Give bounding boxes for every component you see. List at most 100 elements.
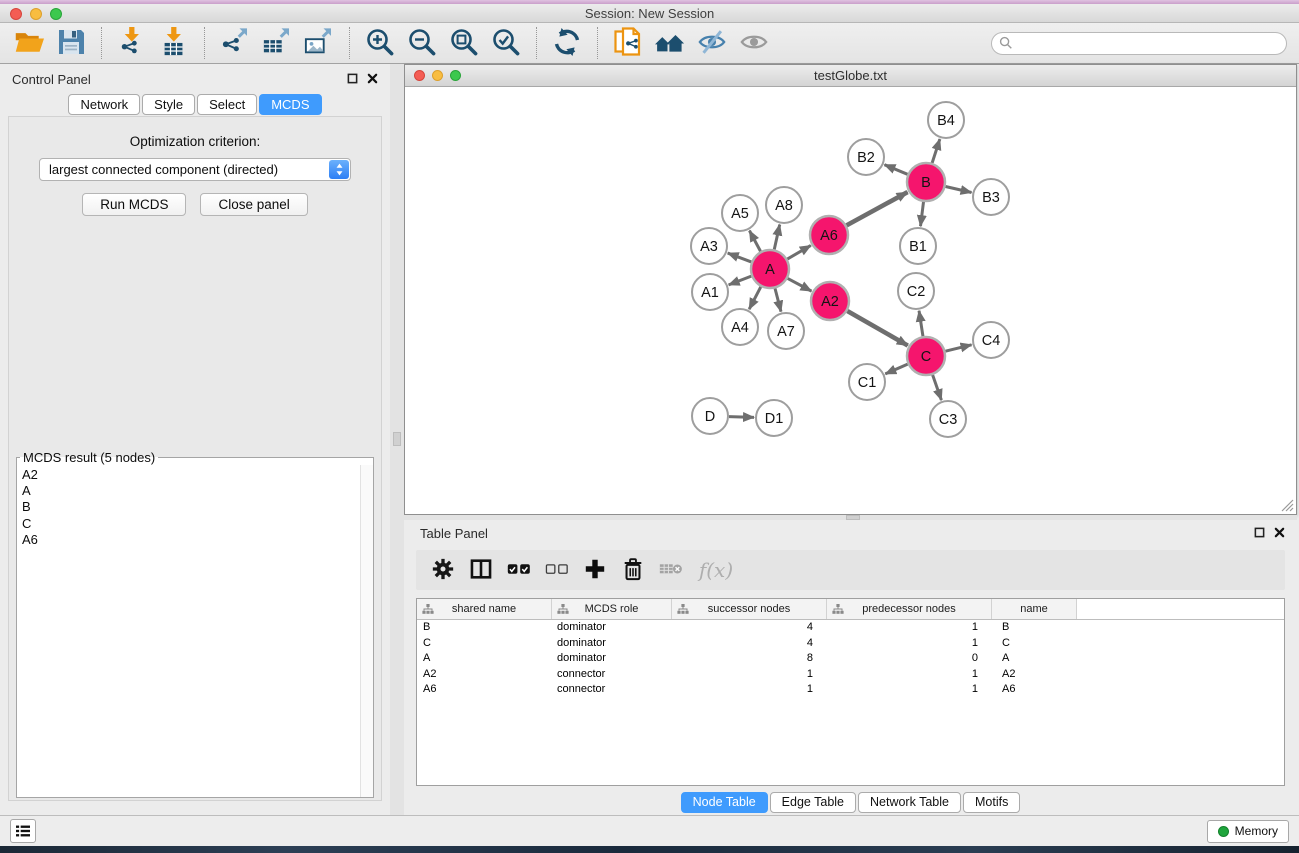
graph-node-C[interactable]: C bbox=[907, 337, 945, 375]
column-header-predecessor-nodes[interactable]: predecessor nodes bbox=[827, 599, 992, 619]
tab-network[interactable]: Network bbox=[68, 94, 140, 115]
result-item[interactable]: A bbox=[22, 483, 360, 499]
table-tab-edge-table[interactable]: Edge Table bbox=[770, 792, 856, 813]
table-cell[interactable]: 0 bbox=[827, 651, 992, 667]
graph-edge-B-B1[interactable] bbox=[920, 202, 923, 226]
graph-node-A6[interactable]: A6 bbox=[810, 216, 848, 254]
table-cell[interactable]: B bbox=[417, 620, 552, 636]
table-cell[interactable]: dominator bbox=[552, 636, 672, 652]
table-cell[interactable]: 1 bbox=[672, 667, 827, 683]
graph-edge-C-C2[interactable] bbox=[919, 311, 923, 336]
table-cell[interactable]: B bbox=[992, 620, 1077, 636]
table-row[interactable]: A2connector11A2 bbox=[417, 667, 1284, 683]
graph-edge-A2-C[interactable] bbox=[847, 311, 907, 346]
zoom-selected-button[interactable] bbox=[485, 25, 527, 61]
graph-edge-B-B4[interactable] bbox=[932, 139, 940, 163]
open-file-button[interactable] bbox=[8, 25, 50, 61]
splitter-grip[interactable] bbox=[393, 432, 401, 446]
table-tab-network-table[interactable]: Network Table bbox=[858, 792, 961, 813]
table-cell[interactable]: 4 bbox=[672, 636, 827, 652]
table-cell[interactable]: C bbox=[417, 636, 552, 652]
graph-node-D1[interactable]: D1 bbox=[756, 400, 792, 436]
select-all-button[interactable] bbox=[500, 553, 538, 587]
new-network-button[interactable] bbox=[607, 25, 649, 61]
graph-edge-A-A8[interactable] bbox=[774, 225, 779, 250]
optimization-dropdown[interactable]: largest connected component (directed) bbox=[39, 158, 351, 181]
table-cell[interactable]: 4 bbox=[672, 620, 827, 636]
resize-grip-icon[interactable] bbox=[1281, 499, 1294, 512]
graph-node-C4[interactable]: C4 bbox=[973, 322, 1009, 358]
home-button[interactable] bbox=[649, 25, 691, 61]
network-window-titlebar[interactable]: testGlobe.txt bbox=[405, 65, 1296, 87]
horizontal-splitter[interactable] bbox=[404, 515, 1297, 520]
column-header-MCDS-role[interactable]: MCDS role bbox=[552, 599, 672, 619]
zoom-out-button[interactable] bbox=[401, 25, 443, 61]
graph-edge-A6-B[interactable] bbox=[847, 192, 908, 225]
table-cell[interactable]: 1 bbox=[827, 682, 992, 698]
float-panel-icon[interactable] bbox=[347, 72, 358, 87]
graph-node-B3[interactable]: B3 bbox=[973, 179, 1009, 215]
table-cell[interactable]: A bbox=[992, 651, 1077, 667]
graph-edge-B-B2[interactable] bbox=[884, 165, 907, 175]
graph-node-A1[interactable]: A1 bbox=[692, 274, 728, 310]
graph-edge-A-A1[interactable] bbox=[729, 276, 752, 285]
table-cell[interactable]: C bbox=[992, 636, 1077, 652]
graph-node-A8[interactable]: A8 bbox=[766, 187, 802, 223]
import-network-button[interactable] bbox=[111, 25, 153, 61]
close-table-panel-icon[interactable] bbox=[1274, 526, 1285, 541]
graph-node-A7[interactable]: A7 bbox=[768, 313, 804, 349]
table-cell[interactable]: 1 bbox=[827, 636, 992, 652]
network-canvas[interactable]: B4B2BB3A5A8A6A3B1AA1C2A2A4A7C4CC1DD1C3 bbox=[405, 87, 1296, 514]
graph-node-A4[interactable]: A4 bbox=[722, 309, 758, 345]
table-row[interactable]: Cdominator41C bbox=[417, 636, 1284, 652]
table-cell[interactable]: A2 bbox=[992, 667, 1077, 683]
result-item[interactable]: C bbox=[22, 516, 360, 532]
result-item[interactable]: A6 bbox=[22, 532, 360, 548]
close-panel-button[interactable]: Close panel bbox=[200, 193, 307, 216]
splitter-grip-h[interactable] bbox=[846, 515, 860, 520]
add-row-button[interactable] bbox=[576, 553, 614, 587]
graph-node-D[interactable]: D bbox=[692, 398, 728, 434]
result-item[interactable]: B bbox=[22, 499, 360, 515]
table-cell[interactable]: 8 bbox=[672, 651, 827, 667]
export-image-button[interactable] bbox=[298, 25, 340, 61]
table-cell[interactable]: 1 bbox=[827, 620, 992, 636]
table-cell[interactable]: dominator bbox=[552, 651, 672, 667]
table-cell[interactable]: 1 bbox=[827, 667, 992, 683]
import-table-button[interactable] bbox=[153, 25, 195, 61]
close-panel-icon[interactable] bbox=[367, 72, 378, 87]
column-header-name[interactable]: name bbox=[992, 599, 1077, 619]
run-mcds-button[interactable]: Run MCDS bbox=[82, 193, 186, 216]
mcds-result-list[interactable]: A2ABCA6 bbox=[17, 465, 360, 797]
graph-edge-B-B3[interactable] bbox=[945, 186, 971, 192]
zoom-fit-button[interactable] bbox=[443, 25, 485, 61]
result-item[interactable]: A2 bbox=[22, 467, 360, 483]
delete-rows-button[interactable] bbox=[614, 553, 652, 587]
hide-graphics-button[interactable] bbox=[691, 25, 733, 61]
graph-edge-A-A3[interactable] bbox=[728, 253, 752, 262]
graph-edge-D-D1[interactable] bbox=[729, 417, 754, 418]
graph-edge-A-A7[interactable] bbox=[775, 288, 781, 311]
graph-edge-A-A2[interactable] bbox=[788, 278, 812, 291]
result-scrollbar[interactable] bbox=[360, 465, 373, 797]
zoom-in-button[interactable] bbox=[359, 25, 401, 61]
table-cell[interactable]: connector bbox=[552, 667, 672, 683]
graph-node-B1[interactable]: B1 bbox=[900, 228, 936, 264]
graph-edge-C-C4[interactable] bbox=[945, 345, 971, 351]
export-table-button[interactable] bbox=[256, 25, 298, 61]
refresh-button[interactable] bbox=[546, 25, 588, 61]
table-cell[interactable]: A bbox=[417, 651, 552, 667]
export-network-button[interactable] bbox=[214, 25, 256, 61]
vertical-splitter[interactable] bbox=[390, 64, 404, 815]
table-tab-motifs[interactable]: Motifs bbox=[963, 792, 1020, 813]
graph-node-B4[interactable]: B4 bbox=[928, 102, 964, 138]
show-columns-button[interactable] bbox=[462, 553, 500, 587]
table-cell[interactable]: A6 bbox=[992, 682, 1077, 698]
table-row[interactable]: Bdominator41B bbox=[417, 620, 1284, 636]
task-history-button[interactable] bbox=[10, 819, 36, 843]
save-session-button[interactable] bbox=[50, 25, 92, 61]
graph-edge-A-A4[interactable] bbox=[749, 287, 761, 309]
tab-select[interactable]: Select bbox=[197, 94, 257, 115]
graph-node-C2[interactable]: C2 bbox=[898, 273, 934, 309]
tab-style[interactable]: Style bbox=[142, 94, 195, 115]
